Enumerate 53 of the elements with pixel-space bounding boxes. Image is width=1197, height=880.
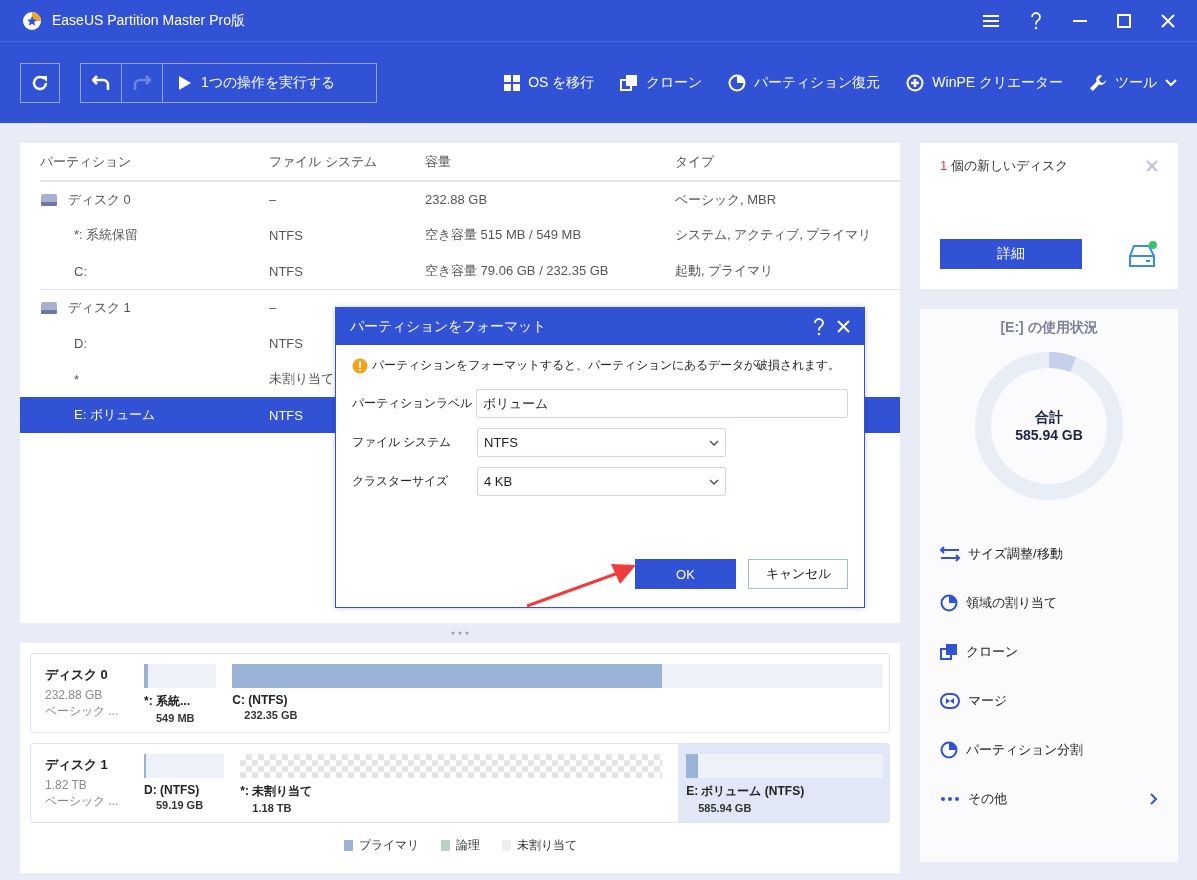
table-cell: 未割り当て: [269, 370, 334, 388]
table-cell: 空き容量 515 MB / 549 MB: [425, 226, 582, 244]
table-cell: 空き容量 79.06 GB / 232.35 GB: [425, 262, 609, 280]
table-cell: 232.88 GB: [425, 192, 488, 207]
disk-size: 232.88 GB: [45, 688, 104, 702]
column-header: 容量: [425, 152, 451, 171]
table-cell: –: [269, 192, 277, 207]
legend-label: プライマリ: [358, 837, 419, 854]
table-cell: D:: [74, 335, 87, 351]
table-cell: ディスク 0: [68, 190, 131, 209]
total-label: 合計: [1035, 409, 1063, 427]
notification-text: 1 個の新しいディスク: [940, 157, 1068, 175]
partition-size: 232.35 GB: [244, 709, 299, 721]
partition-label: *: 系統...: [144, 693, 191, 710]
partition-label: D: (NTFS): [144, 783, 201, 797]
window-title: EaseUS Partition Master Pro版: [52, 11, 246, 30]
partition-label: *: 未割り当て: [240, 783, 314, 800]
table-cell: C:: [74, 263, 87, 279]
table-cell: ディスク 1: [68, 298, 131, 317]
disk-size: 1.82 TB: [45, 778, 88, 792]
table-cell: –: [269, 300, 277, 315]
field-label: クラスターサイズ: [352, 473, 449, 490]
table-cell: システム, アクティブ, プライマリ: [675, 226, 872, 244]
table-cell: NTFS: [269, 263, 303, 279]
dialog-title: パーティションをフォーマット: [350, 317, 547, 336]
warning-message: パーティションをフォーマットすると、パーティションにあるデータが破損されます。: [372, 357, 840, 374]
column-header: ファイル システム: [269, 152, 377, 171]
table-cell: NTFS: [269, 335, 303, 351]
partition-size: 1.18 TB: [252, 802, 293, 814]
field-label: ファイル システム: [352, 434, 453, 451]
disk-name: ディスク 1: [45, 756, 109, 774]
table-cell: E: ボリューム: [74, 406, 155, 424]
partition-size: 585.94 GB: [698, 802, 753, 814]
partition-label: E: ボリューム (NTFS): [686, 783, 806, 800]
table-cell: 起動, プライマリ: [675, 262, 774, 280]
disk-name: ディスク 0: [45, 666, 109, 684]
usage-title: [E:] の使用状況: [999, 319, 1099, 337]
table-cell: *: [74, 371, 80, 387]
partition-size: 549 MB: [156, 712, 196, 724]
partition-label: C: (NTFS): [232, 693, 289, 707]
legend-label: 論理: [455, 837, 480, 854]
column-header: パーティション: [40, 152, 131, 171]
table-cell: *: 系統保留: [74, 226, 139, 244]
partition-size: 59.19 GB: [156, 799, 205, 811]
disk-type: ベーシック ...: [45, 703, 120, 720]
disk-type: ベーシック ...: [45, 793, 120, 810]
column-header: タイプ: [675, 152, 714, 171]
table-cell: ベーシック, MBR: [675, 190, 777, 209]
field-label: パーティションラベル: [352, 395, 473, 412]
legend-label: 未割り当て: [516, 837, 577, 854]
table-cell: NTFS: [269, 407, 303, 423]
table-cell: NTFS: [269, 227, 303, 243]
total-value: 585.94 GB: [1015, 427, 1083, 443]
